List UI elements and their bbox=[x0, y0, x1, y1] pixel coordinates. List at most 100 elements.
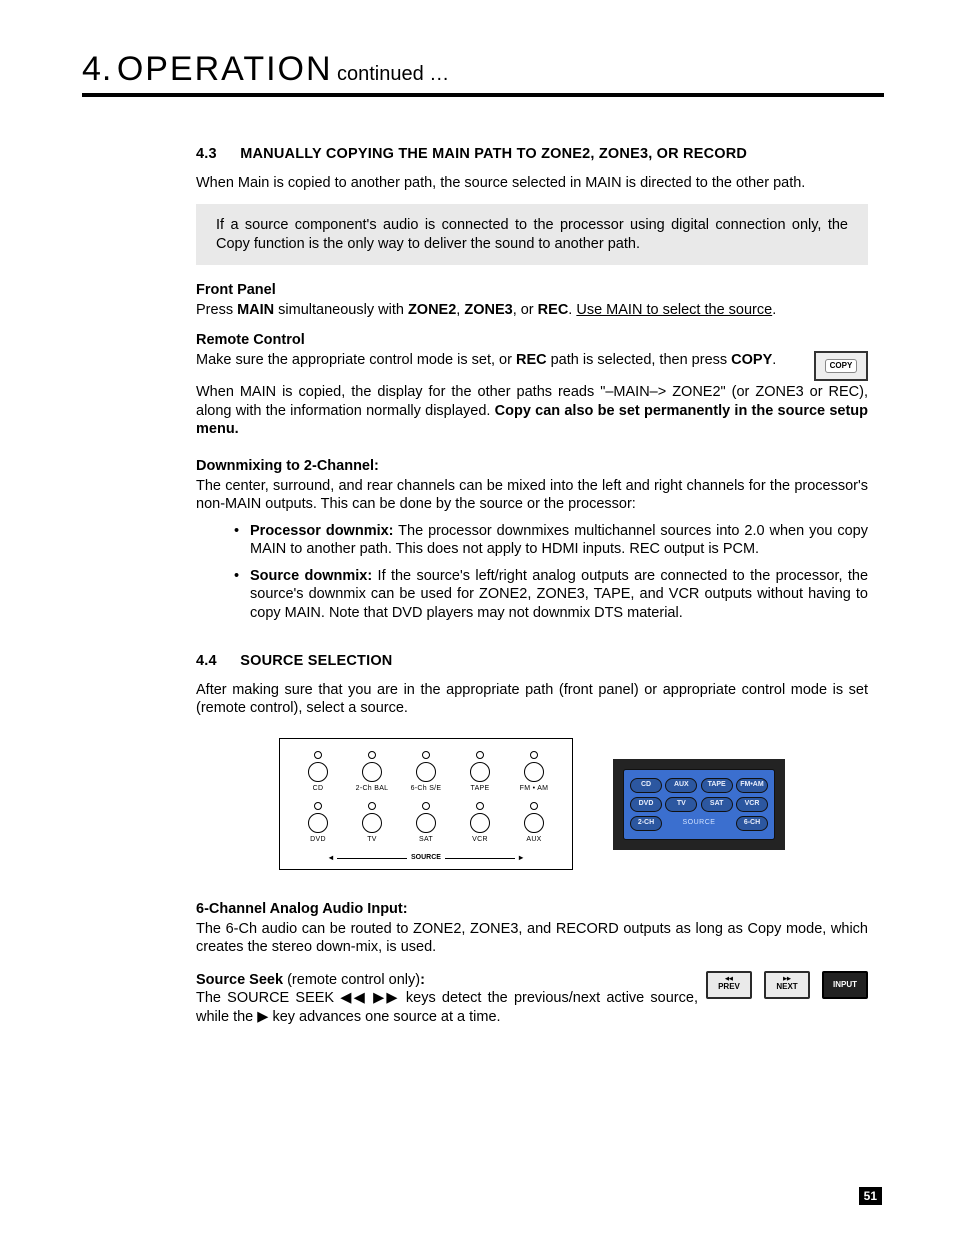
remote-control-heading: Remote Control bbox=[196, 331, 868, 350]
front-panel-source-button: TV bbox=[350, 802, 394, 845]
text-fragment: : bbox=[420, 972, 425, 988]
arrow-right-icon: ▸ bbox=[519, 853, 523, 863]
page-number: 51 bbox=[859, 1187, 882, 1205]
prev-label: PREV bbox=[718, 982, 740, 992]
section-number: 4. bbox=[82, 50, 112, 88]
subsection-43-number: 4.3 bbox=[196, 145, 236, 164]
front-panel-source-button: FM • AM bbox=[512, 751, 556, 794]
front-panel-source-button: DVD bbox=[296, 802, 340, 845]
rec-key-label: REC bbox=[538, 302, 569, 318]
forward-icon: ▶▶ bbox=[373, 990, 400, 1006]
knob-icon bbox=[524, 813, 544, 833]
copy-button-label: COPY bbox=[825, 359, 858, 373]
button-label: FM • AM bbox=[520, 785, 549, 794]
button-label: SAT bbox=[419, 836, 433, 845]
button-label: 2-Ch BAL bbox=[356, 785, 389, 794]
knob-icon bbox=[308, 813, 328, 833]
remote-source-button: CD bbox=[630, 778, 662, 793]
section-title: OPERATION bbox=[117, 50, 333, 88]
diagram-row: CD2-Ch BAL6-Ch S/ETAPEFM • AM DVDTVSATVC… bbox=[196, 738, 868, 870]
remote-2ch-button: 2-CH bbox=[630, 816, 662, 831]
front-panel-diagram: CD 2-Ch BAL 6-Ch S/E TAPE FM • AM DVD TV SAT VC… bbox=[279, 738, 573, 870]
remote-source-label: SOURCE bbox=[683, 819, 716, 828]
button-label: VCR bbox=[472, 836, 488, 845]
front-panel-source-button: 6-Ch S/E bbox=[404, 751, 448, 794]
front-panel-source-button: TAPE bbox=[458, 751, 502, 794]
text-fragment: (remote control only) bbox=[283, 972, 420, 988]
indicator-dot-icon bbox=[422, 802, 430, 810]
indicator-dot-icon bbox=[530, 751, 538, 759]
button-label: DVD bbox=[310, 836, 326, 845]
button-label: AUX bbox=[526, 836, 541, 845]
indicator-dot-icon bbox=[476, 751, 484, 759]
button-label: CD bbox=[313, 785, 324, 794]
zone2-key-label: ZONE2 bbox=[408, 302, 456, 318]
text-fragment: Press bbox=[196, 302, 237, 318]
text-fragment: The SOURCE SEEK bbox=[196, 990, 340, 1006]
next-label: NEXT bbox=[776, 982, 797, 992]
indicator-dot-icon bbox=[368, 751, 376, 759]
input-label: INPUT bbox=[833, 980, 857, 990]
knob-icon bbox=[524, 762, 544, 782]
remote-source-button: SAT bbox=[701, 797, 733, 812]
prev-button-icon: ◀◀ PREV bbox=[706, 971, 752, 999]
section-continued: continued … bbox=[337, 63, 449, 85]
indicator-dot-icon bbox=[530, 802, 538, 810]
s44-intro: After making sure that you are in the ap… bbox=[196, 681, 868, 718]
remote-source-button: FM•AM bbox=[736, 778, 768, 793]
text-fragment: path is selected, then press bbox=[547, 352, 732, 368]
rec-key-label: REC bbox=[516, 352, 547, 368]
remote-control-instruction: Make sure the appropriate control mode i… bbox=[196, 351, 788, 370]
six-ch-heading: 6-Channel Analog Audio Input: bbox=[196, 900, 868, 919]
rewind-icon: ◀◀ bbox=[340, 990, 367, 1006]
button-label: TV bbox=[367, 836, 377, 845]
subsection-43-heading: 4.3 MANUALLY COPYING THE MAIN PATH TO ZO… bbox=[196, 145, 868, 164]
knob-icon bbox=[416, 813, 436, 833]
remote-6ch-button: 6-CH bbox=[736, 816, 768, 831]
front-panel-source-button: 2-Ch BAL bbox=[350, 751, 394, 794]
source-downmix-label: Source downmix: bbox=[250, 568, 372, 584]
front-panel-instruction: Press MAIN simultaneously with ZONE2, ZO… bbox=[196, 301, 868, 320]
front-panel-source-button: AUX bbox=[512, 802, 556, 845]
indicator-dot-icon bbox=[368, 802, 376, 810]
six-ch-body: The 6-Ch audio can be routed to ZONE2, Z… bbox=[196, 920, 868, 957]
source-seek-heading: Source Seek bbox=[196, 972, 283, 988]
copy-result-paragraph: When MAIN is copied, the display for the… bbox=[196, 383, 868, 439]
indicator-dot-icon bbox=[476, 802, 484, 810]
knob-icon bbox=[362, 813, 382, 833]
indicator-dot-icon bbox=[422, 751, 430, 759]
front-panel-heading: Front Panel bbox=[196, 281, 868, 300]
downmix-heading: Downmixing to 2-Channel: bbox=[196, 457, 868, 476]
text-fragment: simultaneously with bbox=[274, 302, 408, 318]
select-source-underline: Use MAIN to select the source bbox=[576, 302, 772, 318]
list-item: Source downmix: If the source's left/rig… bbox=[250, 567, 868, 623]
input-button-icon: INPUT bbox=[822, 971, 868, 999]
knob-icon bbox=[470, 813, 490, 833]
button-label: 6-Ch S/E bbox=[411, 785, 442, 794]
indicator-dot-icon bbox=[314, 751, 322, 759]
remote-source-button: DVD bbox=[630, 797, 662, 812]
indicator-dot-icon bbox=[314, 802, 322, 810]
front-panel-source-button: SAT bbox=[404, 802, 448, 845]
knob-icon bbox=[470, 762, 490, 782]
source-seek-block: Source Seek (remote control only): The S… bbox=[196, 971, 868, 1027]
text-fragment: , or bbox=[513, 302, 538, 318]
copy-key-label: COPY bbox=[731, 352, 772, 368]
subsection-44-title: SOURCE SELECTION bbox=[240, 653, 392, 669]
knob-icon bbox=[416, 762, 436, 782]
source-label: SOURCE bbox=[411, 854, 441, 863]
text-fragment: . bbox=[772, 352, 776, 368]
s43-note-box: If a source component's audio is connect… bbox=[196, 204, 868, 265]
downmix-list: Processor downmix: The processor downmix… bbox=[196, 522, 868, 623]
remote-source-button: TV bbox=[665, 797, 697, 812]
source-label-line: ◂ SOURCE ▸ bbox=[296, 853, 556, 863]
list-item: Processor downmix: The processor downmix… bbox=[250, 522, 868, 559]
text-fragment: key advances one source at a time. bbox=[268, 1009, 500, 1025]
front-panel-source-button: CD bbox=[296, 751, 340, 794]
text-fragment: . bbox=[772, 302, 776, 318]
copy-button-icon: COPY bbox=[814, 351, 868, 381]
downmix-body: The center, surround, and rear channels … bbox=[196, 477, 868, 514]
subsection-44-heading: 4.4 SOURCE SELECTION bbox=[196, 652, 868, 671]
remote-source-button: AUX bbox=[665, 778, 697, 793]
main-key-label: MAIN bbox=[237, 302, 274, 318]
